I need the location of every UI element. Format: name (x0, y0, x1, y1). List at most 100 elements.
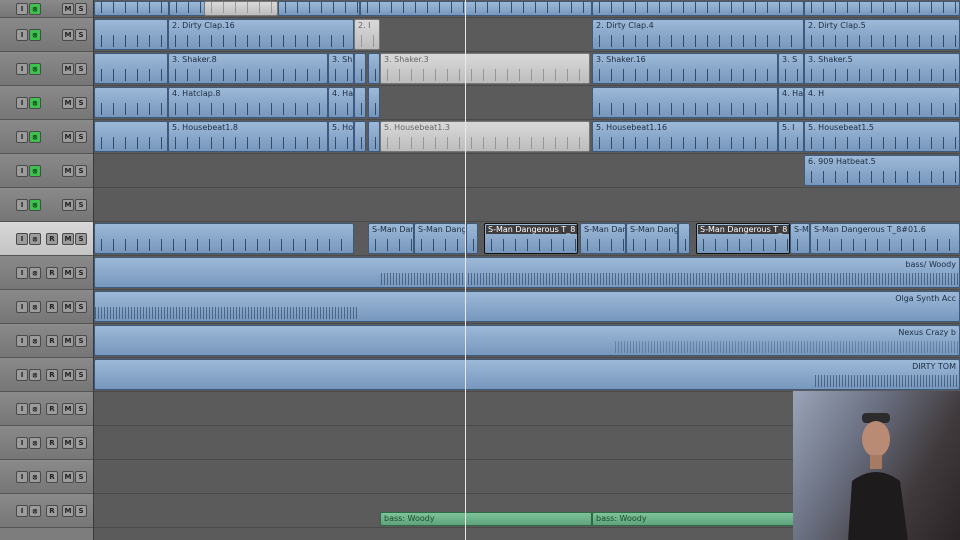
solo-button[interactable]: S (75, 470, 87, 483)
audio-region[interactable]: 4. Hatclap.18 (778, 87, 804, 118)
record-button[interactable]: R (46, 334, 58, 347)
track-toggle-button[interactable]: ⦻ (29, 402, 41, 415)
solo-button[interactable]: S (75, 62, 87, 75)
record-button[interactable]: R (46, 266, 58, 279)
input-monitor-button[interactable]: I (16, 266, 28, 279)
track-header[interactable]: I ⦻ R M S (0, 426, 93, 460)
input-monitor-button[interactable]: I (16, 130, 28, 143)
record-button[interactable]: R (46, 436, 58, 449)
track-header[interactable]: I ⦻ R M S (0, 358, 93, 392)
track-lane[interactable] (94, 188, 960, 222)
audio-region[interactable] (354, 53, 366, 84)
solo-button[interactable]: S (75, 28, 87, 41)
audio-region[interactable]: S-M (790, 223, 810, 254)
audio-region[interactable]: 6. 909 Hatbeat.5 (804, 155, 960, 186)
track-toggle-button[interactable]: ⦻ (29, 504, 41, 517)
solo-button[interactable]: S (75, 164, 87, 177)
audio-region[interactable]: S-Man Dangerous T_8 (484, 223, 578, 254)
input-monitor-button[interactable]: I (16, 232, 28, 245)
audio-region[interactable]: 2. I (354, 19, 380, 50)
audio-region[interactable]: S-Man Dar (368, 223, 414, 254)
audio-region[interactable]: DIRTY TOM (94, 359, 960, 390)
solo-button[interactable]: S (75, 300, 87, 313)
track-header[interactable]: I ⦻ M S (0, 188, 93, 222)
audio-region[interactable]: 5. Housebeat1.8 (168, 121, 328, 152)
mute-button[interactable]: M (62, 368, 74, 381)
audio-region[interactable]: 3. Shaker.5 (804, 53, 960, 84)
input-monitor-button[interactable]: I (16, 198, 28, 211)
input-monitor-button[interactable]: I (16, 62, 28, 75)
record-button[interactable]: R (46, 368, 58, 381)
record-button[interactable]: R (46, 300, 58, 313)
track-toggle-button[interactable]: ⦻ (29, 470, 41, 483)
solo-button[interactable]: S (75, 2, 87, 15)
mute-button[interactable]: M (62, 198, 74, 211)
track-header[interactable]: I ⦻ R M S (0, 460, 93, 494)
track-header[interactable]: I ⦻ M S (0, 120, 93, 154)
audio-region[interactable]: 3. S (778, 53, 804, 84)
track-toggle-button[interactable]: ⦻ (29, 2, 41, 15)
input-monitor-button[interactable]: I (16, 96, 28, 109)
track-toggle-button[interactable]: ⦻ (29, 28, 41, 41)
input-monitor-button[interactable]: I (16, 470, 28, 483)
track-header[interactable]: I ⦻ R M S (0, 494, 93, 528)
track-toggle-button[interactable]: ⦻ (29, 62, 41, 75)
audio-region[interactable]: bass/ Woody (94, 257, 960, 288)
track-toggle-button[interactable]: ⦻ (29, 266, 41, 279)
track-toggle-button[interactable]: ⦻ (29, 436, 41, 449)
audio-region[interactable]: 2. Dirty Clap.5 (804, 19, 960, 50)
audio-region[interactable]: 3. Shaker.3 (380, 53, 590, 84)
mute-button[interactable]: M (62, 130, 74, 143)
track-header[interactable]: I ⦻ R M S (0, 290, 93, 324)
audio-region[interactable] (94, 223, 354, 254)
audio-region[interactable] (278, 1, 360, 16)
solo-button[interactable]: S (75, 96, 87, 109)
track-header[interactable]: I ⦻ R M S (0, 324, 93, 358)
input-monitor-button[interactable]: I (16, 402, 28, 415)
solo-button[interactable]: S (75, 198, 87, 211)
solo-button[interactable]: S (75, 402, 87, 415)
audio-region[interactable]: 5. Housebeat1.16 (592, 121, 778, 152)
audio-region[interactable] (94, 19, 168, 50)
audio-region[interactable]: 4. H (804, 87, 960, 118)
track-toggle-button[interactable]: ⦻ (29, 232, 41, 245)
audio-region[interactable] (592, 1, 804, 16)
track-header[interactable]: I ⦻ R M S (0, 392, 93, 426)
mute-button[interactable]: M (62, 62, 74, 75)
mute-button[interactable]: M (62, 470, 74, 483)
solo-button[interactable]: S (75, 436, 87, 449)
audio-region[interactable]: Olga Synth Acc (94, 291, 960, 322)
audio-region[interactable] (368, 53, 380, 84)
track-header[interactable]: I ⦻ R M S (0, 256, 93, 290)
audio-region[interactable]: 5. Housebeat1.3 (380, 121, 590, 152)
audio-region[interactable]: bass: Woody (592, 512, 804, 526)
input-monitor-button[interactable]: I (16, 300, 28, 313)
input-monitor-button[interactable]: I (16, 334, 28, 347)
mute-button[interactable]: M (62, 28, 74, 41)
audio-region[interactable]: S-Man Dang (626, 223, 678, 254)
audio-region[interactable] (466, 223, 478, 254)
input-monitor-button[interactable]: I (16, 436, 28, 449)
track-toggle-button[interactable]: ⦻ (29, 96, 41, 109)
track-header[interactable]: I ⦻ R M S (0, 222, 93, 256)
audio-region[interactable]: 4. Hatclap.8 (168, 87, 328, 118)
audio-region[interactable] (678, 223, 690, 254)
audio-region[interactable] (354, 87, 366, 118)
audio-region[interactable]: 2. Dirty Clap.4 (592, 19, 804, 50)
solo-button[interactable]: S (75, 130, 87, 143)
track-toggle-button[interactable]: ⦻ (29, 198, 41, 211)
track-toggle-button[interactable]: ⦻ (29, 368, 41, 381)
mute-button[interactable]: M (62, 334, 74, 347)
input-monitor-button[interactable]: I (16, 2, 28, 15)
input-monitor-button[interactable]: I (16, 368, 28, 381)
solo-button[interactable]: S (75, 266, 87, 279)
audio-region[interactable] (360, 1, 592, 16)
solo-button[interactable]: S (75, 334, 87, 347)
mute-button[interactable]: M (62, 164, 74, 177)
audio-region[interactable]: 5. Housebeat1.5 (804, 121, 960, 152)
audio-region[interactable] (368, 87, 380, 118)
audio-region[interactable]: Nexus Crazy b (94, 325, 960, 356)
solo-button[interactable]: S (75, 368, 87, 381)
audio-region[interactable] (354, 121, 366, 152)
audio-region[interactable] (204, 1, 278, 16)
